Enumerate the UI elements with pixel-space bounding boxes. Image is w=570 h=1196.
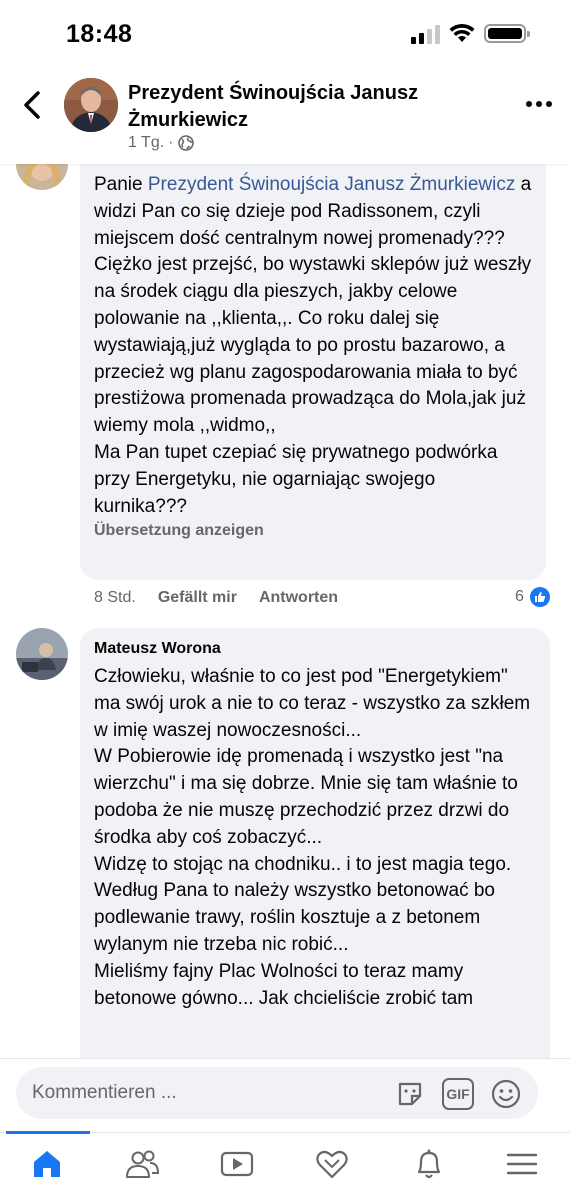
like-button[interactable]: Gefällt mir bbox=[158, 589, 237, 607]
menu-icon bbox=[506, 1153, 538, 1175]
avatar[interactable] bbox=[64, 78, 118, 132]
battery-icon bbox=[484, 24, 530, 43]
post-meta: 1 Tg. · bbox=[128, 134, 194, 152]
dating-icon bbox=[316, 1150, 348, 1179]
comment-author[interactable]: Mateusz Worona bbox=[94, 628, 536, 660]
comment-composer: GIF bbox=[0, 1058, 570, 1132]
active-tab-indicator bbox=[6, 1131, 90, 1134]
translate-link[interactable]: Übersetzung anzeigen bbox=[94, 522, 532, 540]
more-options-icon[interactable] bbox=[526, 100, 552, 108]
signal-icon bbox=[411, 24, 441, 44]
avatar[interactable] bbox=[16, 628, 68, 680]
comment-body: a widzi Pan co się dzieje pod Radissonem… bbox=[94, 174, 532, 517]
comment-bubble: Mateusz Worona Człowieku, właśnie to co … bbox=[80, 628, 550, 1058]
status-bar: 18:48 bbox=[0, 0, 570, 64]
comment-text-prefix: Panie bbox=[94, 174, 148, 195]
watch-icon bbox=[220, 1151, 254, 1177]
home-icon bbox=[34, 1151, 60, 1177]
comments-list: Panie Prezydent Świnoujścia Janusz Żmurk… bbox=[0, 164, 570, 1058]
comment-text: Panie Prezydent Świnoujścia Janusz Żmurk… bbox=[94, 164, 532, 520]
wifi-icon bbox=[449, 23, 475, 42]
friends-icon bbox=[126, 1150, 159, 1178]
reply-button[interactable]: Antworten bbox=[259, 589, 338, 607]
mention-link[interactable]: Prezydent Świnoujścia Janusz Żmurkiewicz bbox=[148, 174, 515, 195]
post-time: 1 Tg. bbox=[128, 134, 165, 151]
emoji-icon[interactable] bbox=[490, 1078, 522, 1110]
like-count-number: 6 bbox=[515, 588, 524, 605]
status-time: 18:48 bbox=[66, 20, 133, 48]
gif-icon[interactable]: GIF bbox=[442, 1078, 474, 1110]
page-title[interactable]: Prezydent Świnoujścia Janusz Żmurkiewicz bbox=[128, 80, 498, 134]
meta-separator: · bbox=[168, 134, 174, 151]
comment-time: 8 Std. bbox=[94, 589, 136, 606]
like-count[interactable]: 6 bbox=[515, 587, 550, 607]
nav-home[interactable] bbox=[30, 1147, 64, 1181]
comment-bubble: Panie Prezydent Świnoujścia Janusz Żmurk… bbox=[80, 164, 546, 580]
nav-notifications[interactable] bbox=[412, 1147, 446, 1181]
comment-actions: 8 Std. Gefällt mir Antworten bbox=[94, 589, 338, 607]
back-arrow-icon[interactable] bbox=[20, 90, 46, 120]
notifications-icon bbox=[417, 1149, 441, 1179]
avatar[interactable] bbox=[16, 164, 68, 190]
nav-dating[interactable] bbox=[315, 1147, 349, 1181]
thumbs-up-icon bbox=[529, 587, 550, 607]
nav-menu[interactable] bbox=[505, 1147, 539, 1181]
bottom-navigation bbox=[0, 1131, 570, 1196]
globe-icon bbox=[177, 135, 194, 151]
post-header: Prezydent Świnoujścia Janusz Żmurkiewicz… bbox=[0, 64, 570, 164]
comment-body: Człowieku, właśnie to co jest pod "Energ… bbox=[94, 666, 531, 1009]
nav-watch[interactable] bbox=[220, 1147, 254, 1181]
sticker-icon[interactable] bbox=[394, 1078, 426, 1110]
nav-friends[interactable] bbox=[125, 1147, 159, 1181]
